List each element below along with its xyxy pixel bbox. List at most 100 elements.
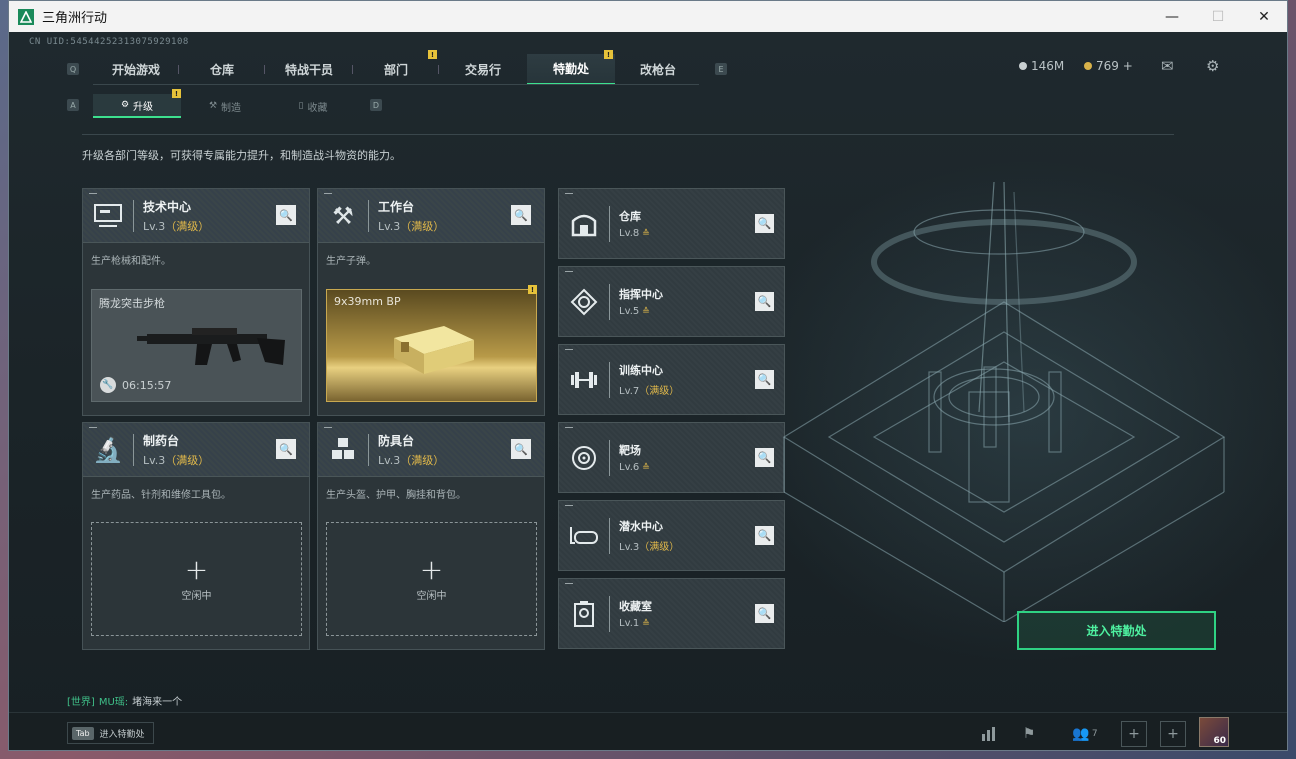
microscope-icon: 🔬 bbox=[93, 435, 123, 464]
search-icon[interactable]: 🔍 bbox=[755, 214, 774, 233]
facility-level: Lv.3（满级） bbox=[143, 219, 210, 233]
facility-name: 靶场 bbox=[619, 444, 641, 457]
rifle-image bbox=[137, 328, 285, 365]
empty-production-slot[interactable]: + 空闲中 bbox=[326, 522, 537, 636]
facility-collection-room[interactable]: 收藏室 Lv.1 ≙ 🔍 bbox=[558, 578, 785, 649]
add-slot-icon[interactable]: + bbox=[1160, 721, 1186, 747]
search-icon[interactable]: 🔍 bbox=[511, 439, 531, 459]
workbench-card[interactable]: ⚒ 工作台 Lv.3（满级） 🔍 生产子弹。 9x39mm BP ! bbox=[317, 188, 545, 416]
tab-special-ops[interactable]: 特勤处 ! bbox=[527, 50, 615, 85]
ammo-box-image bbox=[394, 326, 474, 374]
facility-name: 工作台 bbox=[378, 199, 415, 214]
search-icon[interactable]: 🔍 bbox=[276, 439, 296, 459]
facility-level: Lv.8 ≙ bbox=[619, 228, 650, 239]
special-ops-base-wireframe bbox=[782, 181, 1226, 622]
tab-label: 特勤处 bbox=[552, 62, 589, 76]
friends-button[interactable]: 👥 7 bbox=[1067, 721, 1103, 747]
facility-level: Lv.3（满级） bbox=[378, 219, 445, 233]
tab-operators[interactable]: 特战干员 bbox=[265, 54, 353, 85]
command-emblem-icon bbox=[559, 288, 609, 316]
tab-department[interactable]: 部门 ! bbox=[353, 50, 439, 85]
gold-currency[interactable]: 769 + bbox=[1084, 59, 1133, 73]
minimize-button[interactable]: — bbox=[1149, 1, 1195, 32]
search-icon[interactable]: 🔍 bbox=[755, 292, 774, 311]
idle-label: 空闲中 bbox=[181, 591, 212, 602]
tab-warehouse[interactable]: 仓库 bbox=[179, 54, 265, 85]
facility-level: Lv.1 ≙ bbox=[619, 618, 650, 629]
tech-center-card[interactable]: 技术中心 Lv.3（满级） 🔍 生产枪械和配件。 腾龙突击步枪 🔧 06:15:… bbox=[82, 188, 310, 416]
world-chat-line[interactable]: [世界] MU瑶: 堵海来一个 bbox=[67, 693, 182, 708]
silver-coin-icon bbox=[1019, 62, 1027, 70]
subtab-collection[interactable]: ▯ 收藏 bbox=[269, 94, 357, 118]
subtab-label: 制造 bbox=[221, 102, 242, 114]
facility-diving-center[interactable]: 潜水中心 Lv.3（满级） 🔍 bbox=[558, 500, 785, 571]
search-icon[interactable]: 🔍 bbox=[755, 526, 774, 545]
card-header: 🔬 制药台 Lv.3（满级） 🔍 bbox=[83, 423, 309, 477]
notification-badge: ! bbox=[528, 285, 537, 294]
search-icon[interactable]: 🔍 bbox=[511, 205, 531, 225]
upgrade-icon: ⚙ bbox=[120, 100, 130, 110]
chat-channel: [世界] bbox=[67, 697, 95, 708]
window-titlebar: 三角洲行动 — ☐ ✕ bbox=[9, 1, 1287, 32]
craft-icon: ⚒ bbox=[208, 101, 218, 111]
subtab-label: 收藏 bbox=[307, 102, 328, 114]
search-icon[interactable]: 🔍 bbox=[755, 604, 774, 623]
card-header: 技术中心 Lv.3（满级） 🔍 bbox=[83, 189, 309, 243]
silver-currency[interactable]: 146M bbox=[1019, 59, 1064, 73]
game-window: 三角洲行动 — ☐ ✕ CN UID:545442523130759291​08… bbox=[8, 0, 1288, 751]
notification-badge: ! bbox=[428, 50, 437, 59]
diving-mask-icon bbox=[559, 525, 609, 547]
facility-name: 制药台 bbox=[143, 433, 180, 448]
close-button[interactable]: ✕ bbox=[1241, 1, 1287, 32]
production-slot[interactable]: 9x39mm BP ! bbox=[326, 285, 537, 402]
search-icon[interactable]: 🔍 bbox=[755, 370, 774, 389]
facility-description: 生产头盔、护甲、胸挂和背包。 bbox=[326, 490, 466, 501]
player-avatar[interactable]: 60 bbox=[1199, 717, 1229, 747]
facility-command-center[interactable]: 指挥中心 Lv.5 ≙ 🔍 bbox=[558, 266, 785, 337]
flag-icon[interactable]: ⚑ bbox=[1016, 721, 1042, 747]
card-header: ⚒ 工作台 Lv.3（满级） 🔍 bbox=[318, 189, 544, 243]
facility-training-center[interactable]: 训练中心 Lv.7（满级） 🔍 bbox=[558, 344, 785, 415]
subtab-label: 升级 bbox=[133, 101, 154, 113]
subtab-craft[interactable]: ⚒ 制造 bbox=[181, 94, 269, 118]
facility-name: 技术中心 bbox=[143, 199, 192, 214]
facility-name: 训练中心 bbox=[619, 364, 663, 377]
item-name: 腾龙突击步枪 bbox=[99, 297, 165, 310]
tab-key: Tab bbox=[72, 726, 94, 740]
avatar-level: 60 bbox=[1213, 736, 1226, 746]
tab-start-game[interactable]: 开始游戏 bbox=[93, 54, 179, 85]
production-slot[interactable]: 腾龙突击步枪 🔧 06:15:57 bbox=[91, 289, 302, 402]
tab-shortcut-button[interactable]: Tab 进入特勤处 bbox=[67, 722, 154, 744]
notification-badge: ! bbox=[172, 89, 181, 98]
search-icon[interactable]: 🔍 bbox=[276, 205, 296, 225]
tab-trading[interactable]: 交易行 bbox=[439, 54, 527, 85]
pharmacy-card[interactable]: 🔬 制药台 Lv.3（满级） 🔍 生产药品、针剂和维修工具包。 + 空闲中 bbox=[82, 422, 310, 650]
settings-gear-icon[interactable]: ⚙ bbox=[1206, 57, 1219, 75]
collection-icon: ▯ bbox=[298, 101, 304, 111]
armor-bench-card[interactable]: 防具台 Lv.3（满级） 🔍 生产头盔、护甲、胸挂和背包。 + 空闲中 bbox=[317, 422, 545, 650]
facility-level: Lv.6 ≙ bbox=[619, 462, 650, 473]
tab-gunsmith[interactable]: 改枪台 bbox=[615, 54, 701, 85]
facility-warehouse[interactable]: 仓库 Lv.8 ≙ 🔍 bbox=[558, 188, 785, 259]
maximize-button[interactable]: ☐ bbox=[1195, 1, 1241, 32]
target-icon bbox=[559, 444, 609, 472]
stats-chart-icon[interactable] bbox=[976, 721, 1002, 747]
nav-divider bbox=[93, 84, 699, 85]
add-slot-icon[interactable]: + bbox=[1121, 721, 1147, 747]
safe-icon bbox=[559, 600, 609, 628]
computer-icon bbox=[83, 203, 133, 229]
next-subtab-key-hint: D bbox=[370, 99, 382, 111]
search-icon[interactable]: 🔍 bbox=[755, 448, 774, 467]
friends-count: 7 bbox=[1091, 729, 1098, 739]
upgrade-available-icon: ≙ bbox=[642, 463, 650, 473]
facility-shooting-range[interactable]: 靶场 Lv.6 ≙ 🔍 bbox=[558, 422, 785, 493]
subtab-upgrade[interactable]: ⚙ 升级 ! bbox=[93, 89, 181, 118]
tab-label: 交易行 bbox=[464, 63, 501, 77]
empty-production-slot[interactable]: + 空闲中 bbox=[91, 522, 302, 636]
upgrade-available-icon: ≙ bbox=[642, 619, 650, 629]
player-uid: CN UID:545442523130759291​08 bbox=[29, 37, 189, 47]
mail-icon[interactable]: ✉ bbox=[1161, 57, 1174, 75]
window-title: 三角洲行动 bbox=[42, 11, 108, 26]
enter-special-ops-button[interactable]: 进入特勤处 bbox=[1017, 611, 1216, 650]
idle-label: 空闲中 bbox=[416, 591, 447, 602]
